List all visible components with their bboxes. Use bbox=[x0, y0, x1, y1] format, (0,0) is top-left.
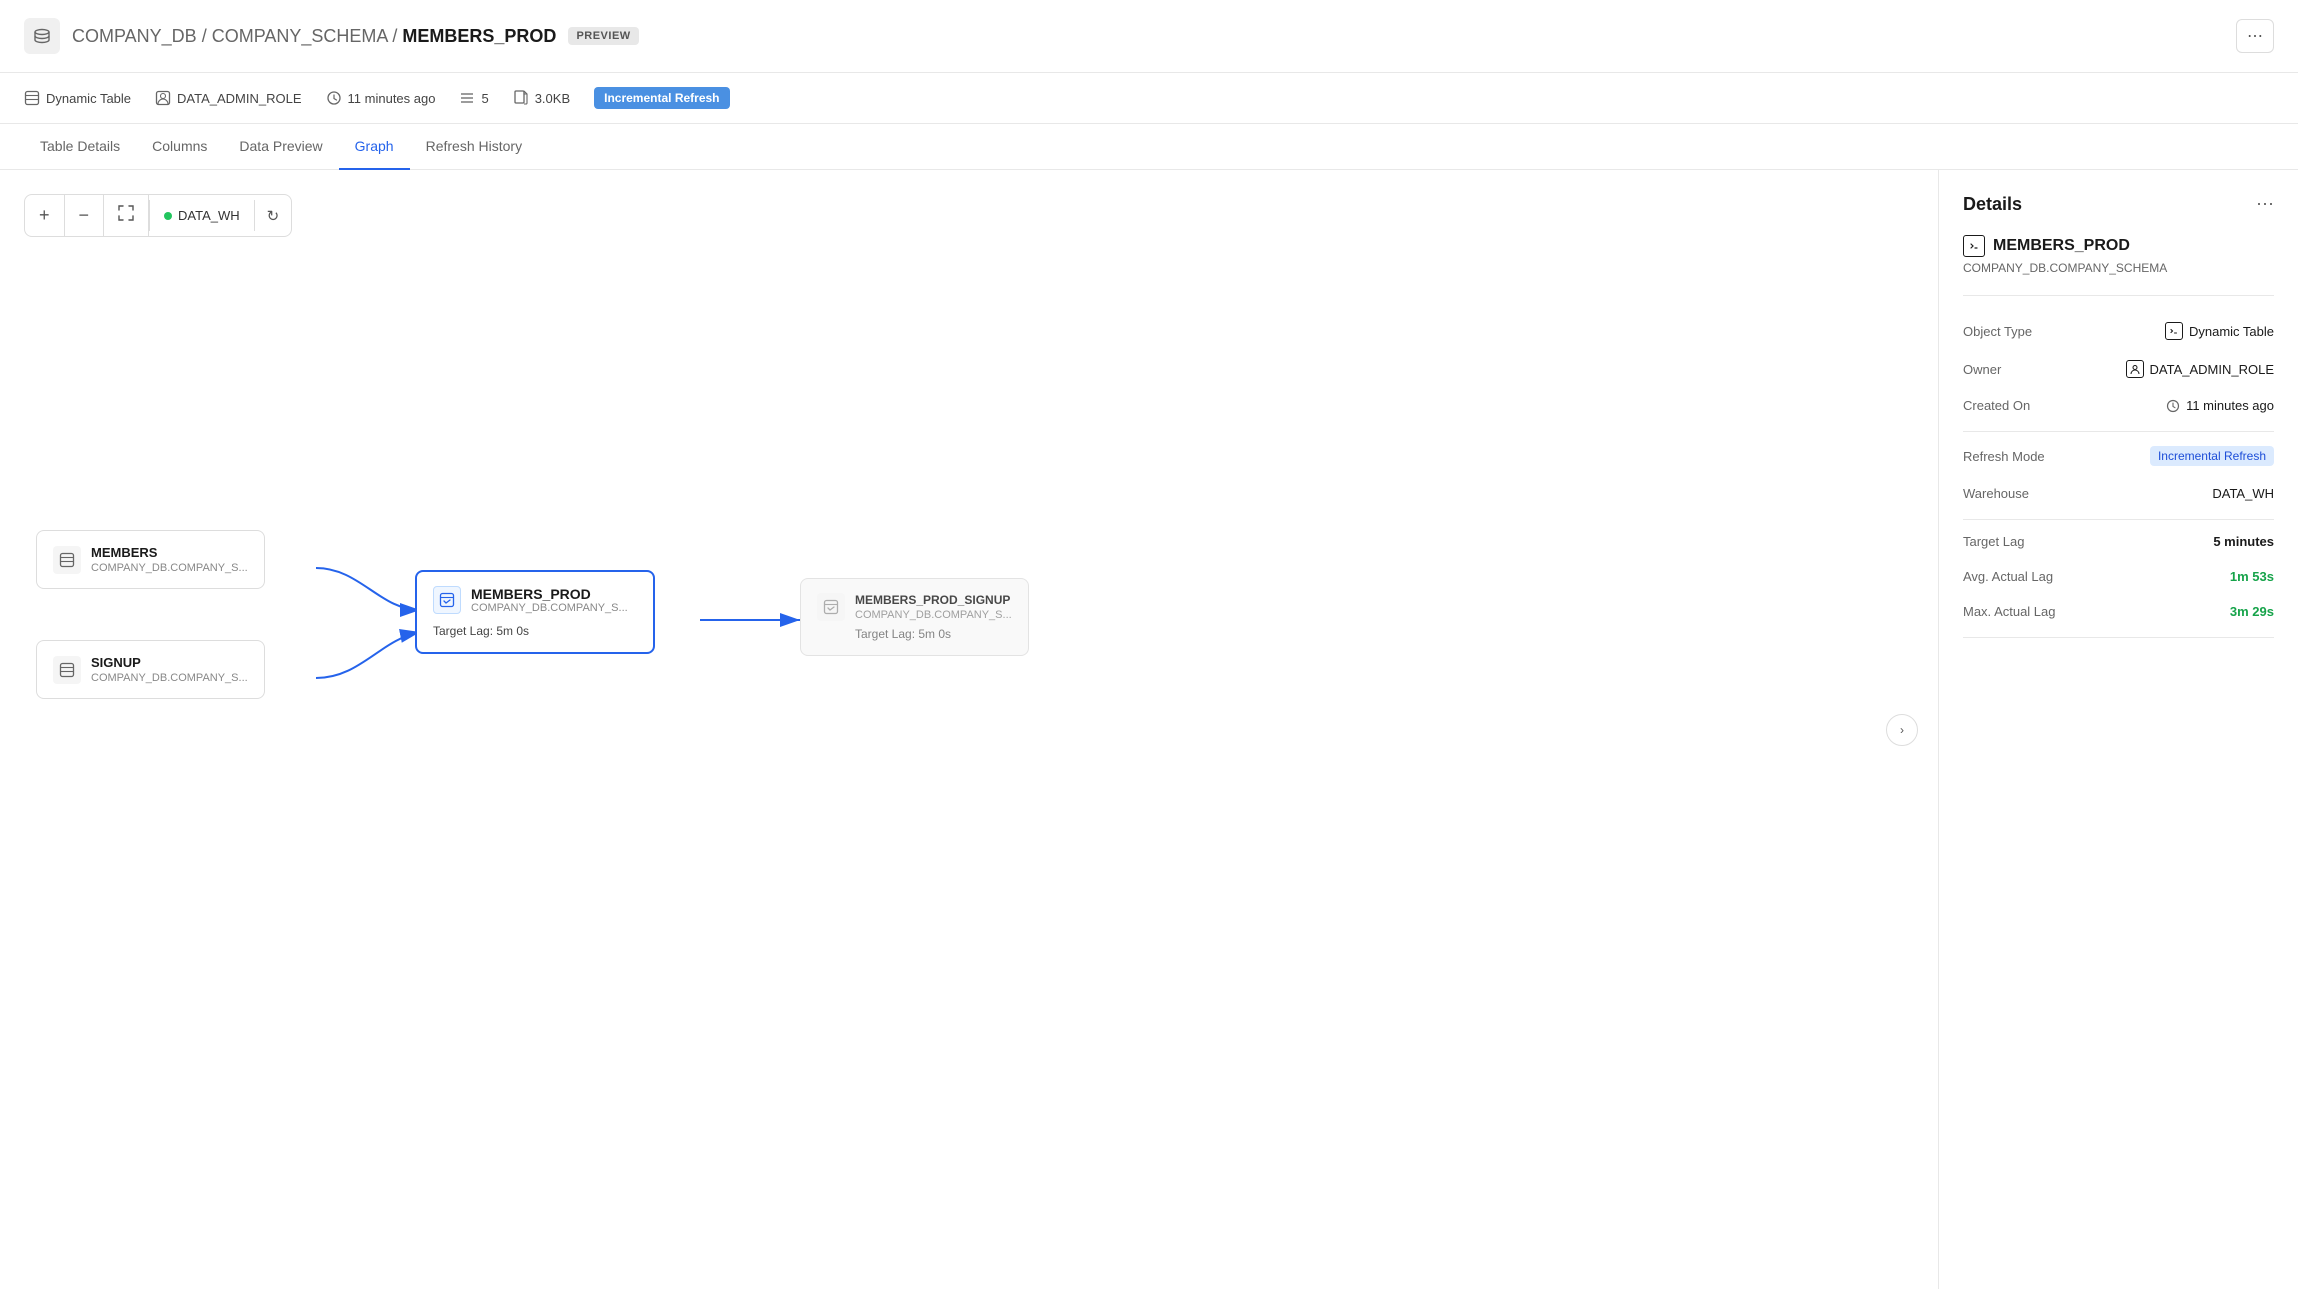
members-prod-signup-name: MEMBERS_PROD_SIGNUP bbox=[855, 593, 1012, 607]
top-bar-left: COMPANY_DB / COMPANY_SCHEMA / MEMBERS_PR… bbox=[24, 18, 639, 54]
expand-button[interactable]: › bbox=[1886, 714, 1918, 746]
members-prod-icon bbox=[433, 586, 461, 614]
members-prod-schema: COMPANY_DB.COMPANY_S... bbox=[471, 602, 628, 614]
detail-row-created-on: Created On 11 minutes ago bbox=[1963, 388, 2274, 423]
members-prod-signup-lag: Target Lag: 5m 0s bbox=[855, 627, 1012, 641]
warehouse-indicator: DATA_WH bbox=[149, 200, 255, 231]
node-signup[interactable]: SIGNUP COMPANY_DB.COMPANY_S... bbox=[36, 640, 265, 699]
meta-size-label: 3.0KB bbox=[535, 91, 570, 106]
main-content: + − DATA_WH ↻ bbox=[0, 170, 2298, 1289]
meta-role-label: DATA_ADMIN_ROLE bbox=[177, 91, 302, 106]
detail-dt-icon bbox=[2165, 322, 2183, 340]
meta-bar: Dynamic Table DATA_ADMIN_ROLE 11 minutes… bbox=[0, 73, 2298, 124]
breadcrumb: COMPANY_DB / COMPANY_SCHEMA / MEMBERS_PR… bbox=[72, 26, 556, 47]
detail-label-created-on: Created On bbox=[1963, 398, 2030, 413]
members-prod-signup-schema: COMPANY_DB.COMPANY_S... bbox=[855, 609, 1012, 621]
details-schema: COMPANY_DB.COMPANY_SCHEMA bbox=[1963, 261, 2274, 275]
members-node-name: MEMBERS bbox=[91, 545, 248, 560]
meta-size: 3.0KB bbox=[513, 90, 570, 106]
details-title: Details bbox=[1963, 194, 2022, 215]
members-node-icon bbox=[53, 546, 81, 574]
meta-time-label: 11 minutes ago bbox=[348, 91, 436, 106]
details-dt-icon bbox=[1963, 235, 1985, 257]
members-node-text: MEMBERS COMPANY_DB.COMPANY_S... bbox=[91, 545, 248, 574]
details-object-name: MEMBERS_PROD bbox=[1963, 235, 2274, 257]
warehouse-status-dot bbox=[164, 212, 172, 220]
detail-row-object-type: Object Type Dynamic Table bbox=[1963, 312, 2274, 350]
node-members[interactable]: MEMBERS COMPANY_DB.COMPANY_S... bbox=[36, 530, 265, 589]
signup-node-schema: COMPANY_DB.COMPANY_S... bbox=[91, 672, 248, 684]
controls-bar: + − DATA_WH ↻ bbox=[24, 194, 292, 237]
tab-data-preview[interactable]: Data Preview bbox=[223, 124, 338, 170]
detail-owner-icon bbox=[2126, 360, 2144, 378]
detail-row-warehouse: Warehouse DATA_WH bbox=[1963, 476, 2274, 511]
node-members-prod[interactable]: MEMBERS_PROD COMPANY_DB.COMPANY_S... Tar… bbox=[415, 570, 655, 654]
signup-node-icon bbox=[53, 656, 81, 684]
top-bar-right: ⋯ bbox=[2236, 19, 2274, 53]
section-divider-1 bbox=[1963, 431, 2274, 432]
members-prod-signup-icon bbox=[817, 593, 845, 621]
detail-row-target-lag: Target Lag 5 minutes bbox=[1963, 524, 2274, 559]
detail-label-max-lag: Max. Actual Lag bbox=[1963, 604, 2056, 619]
detail-label-warehouse: Warehouse bbox=[1963, 486, 2029, 501]
signup-node-name: SIGNUP bbox=[91, 655, 248, 670]
details-header: Details ⋯ bbox=[1963, 194, 2274, 215]
signup-node-text: SIGNUP COMPANY_DB.COMPANY_S... bbox=[91, 655, 248, 684]
details-more-button[interactable]: ⋯ bbox=[2256, 194, 2274, 215]
warehouse-name: DATA_WH bbox=[178, 208, 240, 223]
detail-label-object-type: Object Type bbox=[1963, 324, 2032, 339]
tabs: Table Details Columns Data Preview Graph… bbox=[0, 124, 2298, 170]
zoom-in-button[interactable]: + bbox=[25, 195, 65, 236]
members-node-schema: COMPANY_DB.COMPANY_S... bbox=[91, 562, 248, 574]
detail-label-refresh-mode: Refresh Mode bbox=[1963, 449, 2045, 464]
tab-graph[interactable]: Graph bbox=[339, 124, 410, 170]
detail-value-max-lag: 3m 29s bbox=[2230, 604, 2274, 619]
detail-row-refresh-mode: Refresh Mode Incremental Refresh bbox=[1963, 436, 2274, 476]
meta-time: 11 minutes ago bbox=[326, 90, 436, 106]
detail-row-max-lag: Max. Actual Lag 3m 29s bbox=[1963, 594, 2274, 629]
detail-value-created-on: 11 minutes ago bbox=[2166, 398, 2274, 413]
graph-arrows bbox=[0, 170, 1938, 1289]
detail-label-owner: Owner bbox=[1963, 362, 2001, 377]
preview-badge: PREVIEW bbox=[568, 27, 638, 45]
members-prod-signup-text: MEMBERS_PROD_SIGNUP COMPANY_DB.COMPANY_S… bbox=[855, 593, 1012, 641]
top-bar: COMPANY_DB / COMPANY_SCHEMA / MEMBERS_PR… bbox=[0, 0, 2298, 73]
incremental-refresh-badge: Incremental Refresh bbox=[594, 87, 729, 109]
detail-row-avg-lag: Avg. Actual Lag 1m 53s bbox=[1963, 559, 2274, 594]
meta-rows: 5 bbox=[459, 90, 488, 106]
members-prod-header: MEMBERS_PROD COMPANY_DB.COMPANY_S... bbox=[433, 586, 637, 614]
members-prod-lag: Target Lag: 5m 0s bbox=[433, 624, 637, 638]
details-divider-1 bbox=[1963, 295, 2274, 296]
meta-object-type: Dynamic Table bbox=[24, 90, 131, 106]
tab-refresh-history[interactable]: Refresh History bbox=[410, 124, 538, 170]
detail-value-target-lag: 5 minutes bbox=[2213, 534, 2274, 549]
fit-button[interactable] bbox=[104, 195, 149, 236]
section-divider-2 bbox=[1963, 519, 2274, 520]
detail-value-refresh-mode: Incremental Refresh bbox=[2150, 446, 2274, 466]
detail-row-owner: Owner DATA_ADMIN_ROLE bbox=[1963, 350, 2274, 388]
more-options-button[interactable]: ⋯ bbox=[2236, 19, 2274, 53]
tab-columns[interactable]: Columns bbox=[136, 124, 223, 170]
meta-object-type-label: Dynamic Table bbox=[46, 91, 131, 106]
meta-rows-label: 5 bbox=[481, 91, 488, 106]
refresh-button[interactable]: ↻ bbox=[255, 197, 292, 235]
detail-value-owner: DATA_ADMIN_ROLE bbox=[2126, 360, 2275, 378]
graph-area: + − DATA_WH ↻ bbox=[0, 170, 1938, 1289]
section-divider-3 bbox=[1963, 637, 2274, 638]
zoom-out-button[interactable]: − bbox=[65, 195, 105, 236]
meta-role: DATA_ADMIN_ROLE bbox=[155, 90, 302, 106]
detail-label-avg-lag: Avg. Actual Lag bbox=[1963, 569, 2053, 584]
detail-value-warehouse: DATA_WH bbox=[2212, 486, 2274, 501]
detail-label-target-lag: Target Lag bbox=[1963, 534, 2024, 549]
tab-table-details[interactable]: Table Details bbox=[24, 124, 136, 170]
detail-value-object-type: Dynamic Table bbox=[2165, 322, 2274, 340]
db-icon bbox=[24, 18, 60, 54]
node-members-prod-signup[interactable]: MEMBERS_PROD_SIGNUP COMPANY_DB.COMPANY_S… bbox=[800, 578, 1029, 656]
detail-value-avg-lag: 1m 53s bbox=[2230, 569, 2274, 584]
members-prod-name: MEMBERS_PROD bbox=[471, 586, 628, 602]
details-panel: Details ⋯ MEMBERS_PROD COMPANY_DB.COMPAN… bbox=[1938, 170, 2298, 1289]
